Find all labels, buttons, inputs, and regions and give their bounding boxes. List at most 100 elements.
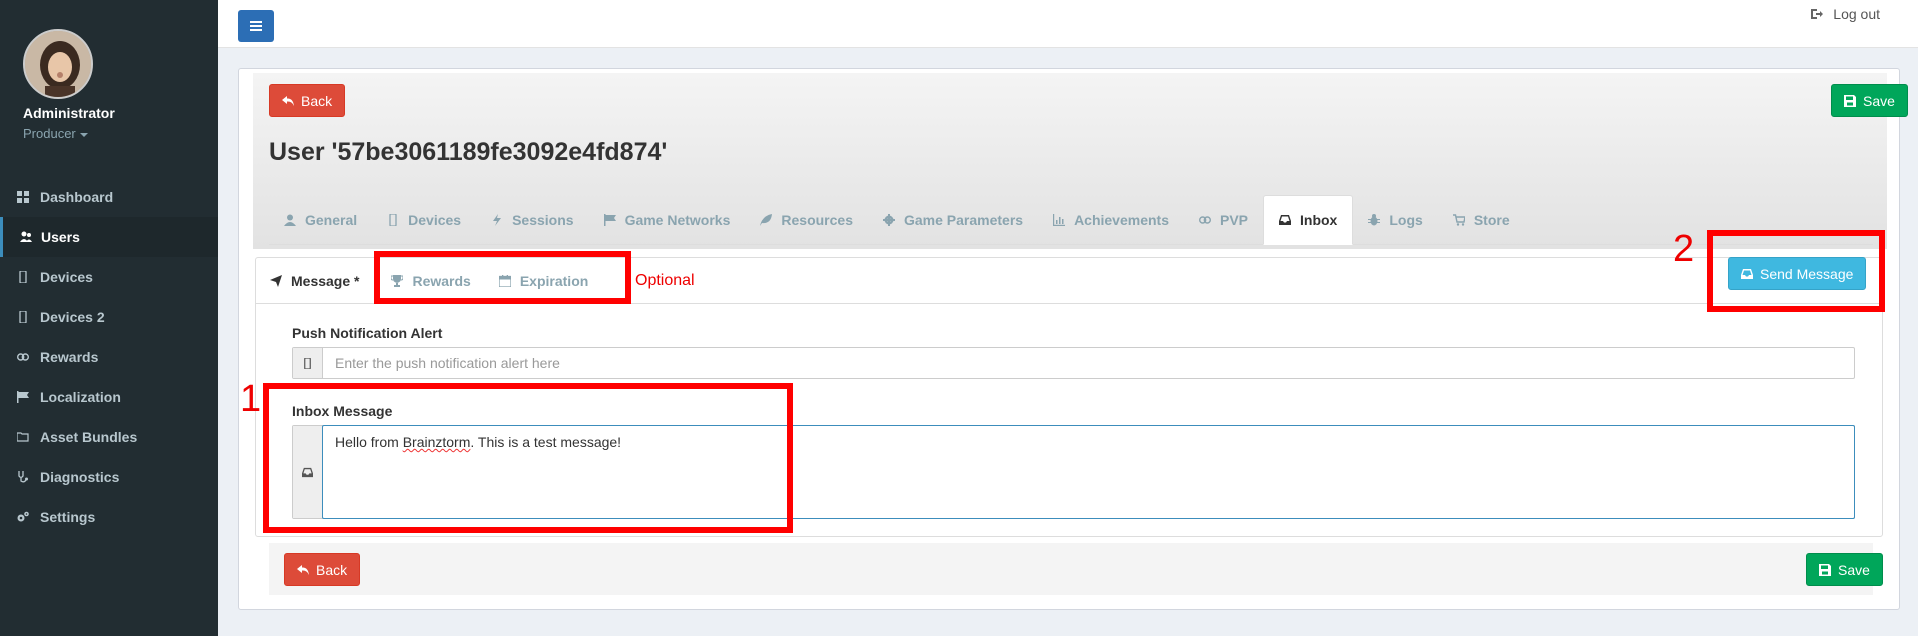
tab-general[interactable]: General (269, 195, 372, 245)
logout-button[interactable]: Log out (1811, 6, 1880, 22)
tab-inbox[interactable]: Inbox (1263, 195, 1354, 245)
paper-plane-icon (270, 275, 282, 287)
tab-game-parameters[interactable]: Game Parameters (868, 195, 1038, 245)
folder-icon (16, 430, 30, 444)
menu-icon (250, 20, 262, 32)
sidebar-item-asset-bundles[interactable]: Asset Bundles (0, 417, 218, 457)
tab-devices[interactable]: Devices (372, 195, 476, 245)
link-icon (1199, 216, 1211, 224)
save-icon (1819, 563, 1831, 576)
optional-annotation-label: Optional (635, 272, 695, 289)
sidebar-item-label: Devices 2 (40, 309, 105, 325)
box-footer: Back Save (269, 543, 1883, 595)
sidebar-item-label: Asset Bundles (40, 429, 138, 445)
sidebar-toggle-button[interactable] (238, 10, 274, 42)
tab-label: Resources (781, 212, 853, 228)
bar-chart-icon (1053, 214, 1066, 226)
top-header: Log out (218, 0, 1918, 48)
save-button-bottom[interactable]: Save (1806, 553, 1883, 586)
sidebar-item-users[interactable]: Users (0, 217, 218, 257)
send-message-annotation-box (1707, 230, 1885, 312)
push-notification-label: Push Notification Alert (292, 325, 443, 341)
tab-sessions[interactable]: Sessions (476, 195, 588, 245)
sidebar-item-devices[interactable]: Devices (0, 257, 218, 297)
bug-icon (1368, 214, 1381, 226)
sidebar: Administrator Producer Dashboard Users D… (0, 0, 218, 636)
sign-out-icon (1811, 9, 1824, 19)
tab-label: Devices (408, 212, 462, 228)
mobile-icon (16, 270, 30, 284)
stethoscope-icon (16, 470, 30, 484)
tab-resources[interactable]: Resources (745, 195, 868, 245)
back-button-bottom[interactable]: Back (284, 553, 361, 586)
tab-label: Game Networks (624, 212, 731, 228)
logout-label: Log out (1833, 6, 1880, 22)
leaf-icon (760, 214, 773, 226)
sidebar-item-label: Users (41, 229, 80, 245)
tab-pvp[interactable]: PVP (1184, 195, 1263, 245)
tab-logs[interactable]: Logs (1353, 195, 1437, 245)
sidebar-item-settings[interactable]: Settings (0, 497, 218, 537)
save-label: Save (1863, 92, 1895, 109)
tab-label: Game Parameters (903, 212, 1024, 228)
inbox-icon (1279, 215, 1292, 225)
inbox-message-annotation-box (263, 383, 793, 533)
annotation-number-1: 1 (240, 378, 262, 420)
avatar[interactable] (23, 29, 93, 99)
tab-label: Inbox (1300, 212, 1338, 228)
mobile-icon (16, 310, 30, 324)
user-icon (284, 214, 296, 226)
sidebar-item-label: Settings (40, 509, 96, 525)
tab-label: Sessions (512, 212, 574, 228)
user-role-dropdown[interactable]: Producer (23, 126, 88, 141)
flag-icon (16, 390, 30, 404)
tab-game-networks[interactable]: Game Networks (589, 195, 746, 245)
cog-icon (882, 214, 895, 226)
user-role-label: Producer (23, 126, 76, 141)
sidebar-menu: Dashboard Users Devices Devices 2 Reward… (0, 177, 218, 537)
user-panel: Administrator Producer (0, 0, 218, 150)
user-tabs: General Devices Sessions Game Networks R… (269, 195, 1873, 245)
reply-icon (282, 95, 294, 106)
sidebar-item-diagnostics[interactable]: Diagnostics (0, 457, 218, 497)
subtab-message[interactable]: Message * (256, 258, 373, 304)
tab-label: Achievements (1074, 212, 1169, 228)
annotation-number-2: 2 (1673, 228, 1695, 270)
caret-down-icon (79, 132, 88, 137)
sidebar-item-label: Devices (40, 269, 93, 285)
sidebar-item-label: Localization (40, 389, 121, 405)
tab-label: Store (1473, 212, 1510, 228)
sidebar-item-label: Rewards (40, 349, 99, 365)
flag-icon (603, 214, 616, 226)
mobile-icon (293, 348, 323, 378)
save-icon (1844, 94, 1856, 107)
sidebar-item-localization[interactable]: Localization (0, 377, 218, 417)
dashboard-icon (16, 190, 30, 204)
cart-icon (1452, 214, 1465, 226)
sidebar-item-devices-2[interactable]: Devices 2 (0, 297, 218, 337)
reply-icon (297, 564, 309, 575)
push-notification-group: Enter the push notification alert here (292, 347, 1855, 379)
push-notification-input[interactable]: Enter the push notification alert here (323, 348, 1854, 378)
save-label: Save (1838, 561, 1870, 578)
back-button[interactable]: Back (269, 84, 346, 117)
tab-label: Logs (1389, 212, 1423, 228)
tab-achievements[interactable]: Achievements (1038, 195, 1184, 245)
sidebar-item-dashboard[interactable]: Dashboard (0, 177, 218, 217)
tab-label: General (305, 212, 358, 228)
users-icon (19, 230, 33, 244)
back-label: Back (316, 561, 348, 578)
cogs-icon (16, 510, 30, 524)
page-title: User '57be3061189fe3092e4fd874' (269, 138, 668, 166)
save-button[interactable]: Save (1831, 84, 1908, 117)
user-name: Administrator (23, 105, 115, 121)
sidebar-item-label: Dashboard (40, 189, 114, 205)
optional-tabs-annotation-box (374, 251, 631, 304)
back-label: Back (301, 92, 333, 109)
sidebar-item-rewards[interactable]: Rewards (0, 337, 218, 377)
sidebar-item-label: Diagnostics (40, 469, 120, 485)
link-icon (16, 350, 30, 364)
subtab-label: Message * (291, 273, 360, 289)
mobile-icon (389, 214, 397, 226)
tab-store[interactable]: Store (1438, 195, 1525, 245)
